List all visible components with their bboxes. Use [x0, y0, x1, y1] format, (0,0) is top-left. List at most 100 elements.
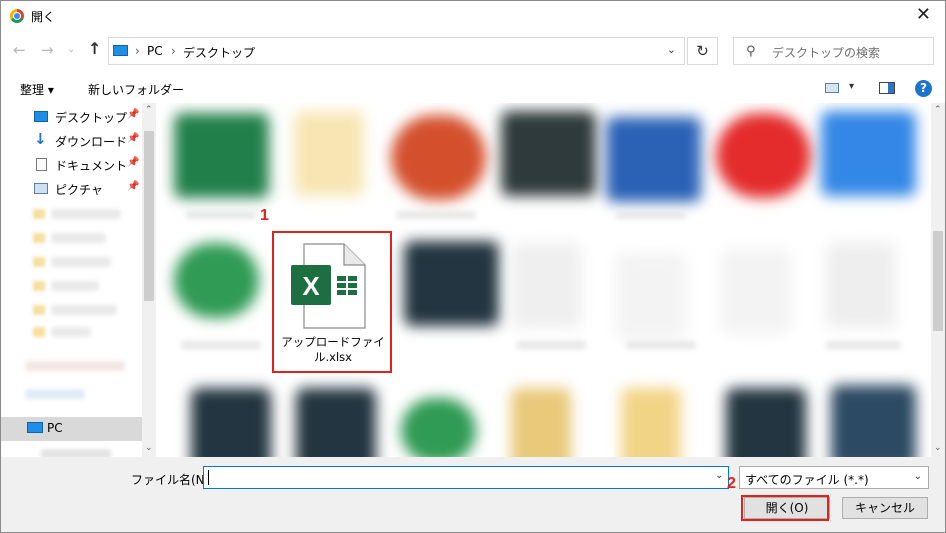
- scroll-up-icon[interactable]: ⌃: [934, 105, 942, 115]
- blurred-label: [51, 233, 106, 243]
- file-list-scroll-thumb[interactable]: [933, 231, 943, 331]
- blurred-file-tile: [294, 111, 364, 196]
- view-options-icon[interactable]: [825, 83, 839, 93]
- step-2-marker: 2: [727, 475, 736, 492]
- blurred-caption: [826, 341, 901, 349]
- window-title: 開く: [31, 10, 56, 24]
- preview-pane-icon[interactable]: [879, 82, 895, 94]
- new-folder-button[interactable]: 新しいフォルダー: [88, 81, 184, 98]
- sidebar-item-label: ピクチャ: [55, 183, 103, 197]
- address-bar[interactable]: › PC › デスクトップ ⌄: [108, 37, 685, 65]
- blurred-file-tile: [621, 388, 681, 457]
- pc-icon: [27, 422, 43, 433]
- desktop-icon: [34, 111, 48, 122]
- blurred-label: [51, 305, 117, 315]
- pin-icon: 📌: [127, 181, 140, 192]
- blurred-file-tile: [826, 243, 896, 328]
- blurred-file-tile: [401, 398, 476, 457]
- step-1-marker: 1: [260, 207, 269, 224]
- chevron-down-icon: ⌄: [913, 471, 922, 482]
- blurred-file-tile: [191, 388, 271, 457]
- text-caret: [208, 470, 209, 485]
- filetype-select[interactable]: すべてのファイル (*.*) ⌄: [739, 466, 929, 489]
- blurred-file-tile: [511, 243, 581, 328]
- blurred-caption: [626, 341, 696, 349]
- blurred-file-tile: [721, 249, 791, 334]
- blurred-file-tile: [174, 243, 259, 318]
- blurred-file-tile: [726, 388, 806, 457]
- sidebar-item-label: デスクトップ: [55, 111, 128, 125]
- blurred-file-tile: [511, 388, 571, 457]
- blurred-file-tile: [391, 115, 486, 200]
- blurred-file-tile: [606, 117, 701, 202]
- sidebar-item-downloads[interactable]: ↓ ダウンロード 📌: [1, 129, 142, 153]
- refresh-button[interactable]: ↻: [687, 37, 718, 65]
- chevron-down-icon[interactable]: ⌄: [715, 470, 723, 481]
- breadcrumb-separator: ›: [135, 44, 140, 58]
- scroll-up-icon[interactable]: ⌃: [145, 105, 153, 115]
- filename-label: ファイル名(N):: [131, 473, 214, 487]
- pin-icon: 📌: [127, 157, 140, 168]
- sidebar-item-pc[interactable]: PC: [1, 417, 142, 441]
- blurred-label: [51, 327, 91, 337]
- filetype-value: すべてのファイル (*.*): [745, 473, 869, 487]
- blurred-folder-icon: [33, 281, 45, 291]
- chevron-down-icon[interactable]: ▾: [849, 81, 854, 92]
- open-button-highlight: [741, 495, 829, 521]
- svg-text:X: X: [302, 271, 320, 301]
- blurred-folder-icon: [33, 233, 45, 243]
- search-placeholder: デスクトップの検索: [772, 46, 881, 60]
- blurred-caption: [616, 211, 686, 219]
- sidebar-item-label: ダウンロード: [55, 135, 128, 149]
- search-box[interactable]: ⚲ デスクトップの検索: [733, 37, 934, 65]
- breadcrumb-desktop[interactable]: デスクトップ: [183, 44, 255, 61]
- blurred-folder-icon: [33, 257, 45, 267]
- open-dialog: 開く ✕ ← → ⌄ ↑ › PC › デスクトップ ⌄ ↻ ⚲ デスクトップの…: [0, 0, 946, 533]
- recent-dropdown-icon[interactable]: ⌄: [67, 44, 75, 55]
- pc-small-icon: [113, 45, 128, 56]
- sidebar-item-pictures[interactable]: ピクチャ 📌: [1, 177, 142, 201]
- picture-icon: [34, 183, 48, 194]
- sidebar-scroll-thumb[interactable]: [144, 131, 154, 301]
- blurred-file-tile: [501, 111, 596, 196]
- breadcrumb-pc[interactable]: PC: [147, 44, 163, 58]
- excel-file-icon[interactable]: X: [290, 243, 366, 329]
- blurred-label: [51, 281, 99, 291]
- forward-arrow-icon[interactable]: →: [41, 41, 54, 59]
- chevron-down-icon[interactable]: ⌄: [667, 43, 676, 56]
- scroll-down-icon[interactable]: ⌄: [145, 443, 153, 453]
- document-icon: [36, 158, 47, 171]
- scroll-down-icon[interactable]: ⌄: [934, 443, 942, 453]
- close-button[interactable]: ✕: [916, 5, 931, 25]
- breadcrumb-separator: ›: [171, 44, 176, 58]
- pin-icon: 📌: [127, 133, 140, 144]
- sidebar-item-documents[interactable]: ドキュメント 📌: [1, 153, 142, 177]
- file-name-label: アップロードファイル.xlsx: [281, 335, 385, 364]
- blurred-file-tile: [616, 253, 686, 338]
- cancel-button[interactable]: キャンセル: [842, 497, 928, 519]
- blurred-label: [41, 449, 111, 457]
- blurred-file-tile: [821, 111, 916, 196]
- blurred-caption: [186, 211, 256, 219]
- blurred-label: [25, 389, 85, 399]
- filename-input[interactable]: [203, 466, 729, 489]
- blurred-label: [51, 209, 121, 219]
- blurred-file-tile: [174, 113, 269, 198]
- blurred-folder-icon: [33, 327, 45, 337]
- blurred-folder-icon: [33, 305, 45, 315]
- pin-icon: 📌: [127, 109, 140, 120]
- sidebar-item-label: ドキュメント: [55, 159, 128, 173]
- blurred-file-tile: [404, 241, 499, 326]
- sidebar-item-desktop[interactable]: デスクトップ 📌: [1, 105, 142, 129]
- blurred-file-tile: [831, 385, 916, 457]
- blurred-caption: [396, 211, 476, 219]
- back-arrow-icon[interactable]: ←: [13, 41, 26, 59]
- blurred-label: [25, 361, 125, 371]
- blurred-caption: [181, 341, 261, 349]
- up-arrow-icon[interactable]: ↑: [88, 39, 101, 58]
- download-icon: ↓: [34, 130, 47, 148]
- blurred-file-tile: [296, 388, 376, 457]
- sidebar-item-label: PC: [47, 421, 63, 435]
- organize-button[interactable]: 整理 ▾: [20, 81, 54, 98]
- help-icon[interactable]: ?: [915, 80, 932, 97]
